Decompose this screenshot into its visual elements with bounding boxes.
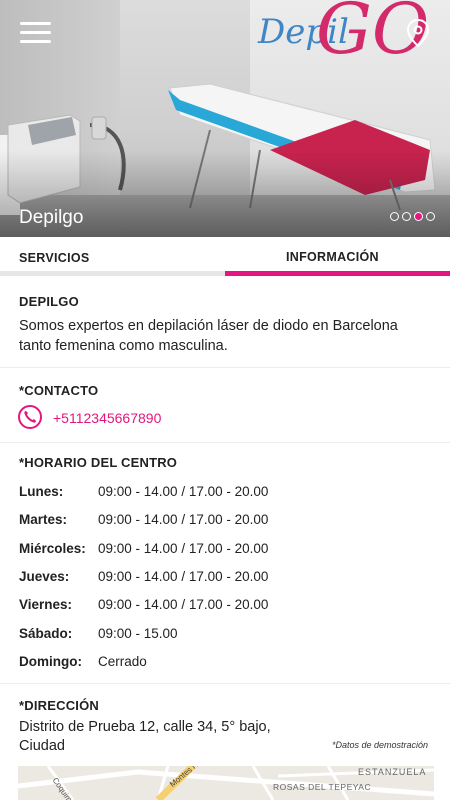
contact-heading: *CONTACTO [19, 383, 99, 398]
schedule-hours: 09:00 - 14.00 / 17.00 - 20.00 [98, 597, 269, 612]
schedule-day: Lunes: [19, 484, 64, 499]
schedule-heading: *HORARIO DEL CENTRO [19, 455, 178, 470]
schedule-day: Jueves: [19, 569, 70, 584]
tab-active-indicator [225, 271, 450, 276]
schedule-hours: 09:00 - 14.00 / 17.00 - 20.00 [98, 541, 269, 556]
schedule-hours: 09:00 - 14.00 / 17.00 - 20.00 [98, 484, 269, 499]
tab-servicios[interactable]: SERVICIOS [19, 251, 90, 265]
about-heading: DEPILGO [19, 294, 79, 309]
about-description: Somos expertos en depilación láser de di… [19, 318, 398, 354]
schedule-hours: 09:00 - 14.00 / 17.00 - 20.00 [98, 569, 269, 584]
schedule-day: Viernes: [19, 597, 73, 612]
tab-informacion[interactable]: INFORMACIÓN [286, 250, 379, 264]
hero-title: Depilgo [19, 207, 84, 228]
schedule-day: Domingo: [19, 654, 82, 669]
hero-image: Depil GO Depilgo [0, 0, 450, 237]
schedule-hours: 09:00 - 15.00 [98, 626, 178, 641]
carousel-dot[interactable] [426, 212, 435, 221]
address-heading: *DIRECCIÓN [19, 698, 100, 713]
schedule-hours: Cerrado [98, 654, 147, 669]
phone-icon[interactable] [18, 405, 42, 429]
hamburger-menu-icon[interactable] [20, 21, 52, 43]
divider [0, 367, 450, 368]
schedule-day: Miércoles: [19, 541, 86, 556]
phone-number-link[interactable]: +5112345667890 [53, 410, 161, 426]
schedule-day: Martes: [19, 512, 68, 527]
map-label: ESTANZUELA [358, 767, 427, 777]
tab-bar: SERVICIOS INFORMACIÓN [0, 237, 450, 277]
carousel-dot-active[interactable] [414, 212, 423, 221]
brand-logo: Depil GO [258, 0, 429, 84]
map-label: ROSAS DEL TEPEYAC [273, 782, 372, 792]
schedule-day: Sábado: [19, 626, 73, 641]
demo-data-note: *Datos de demostración [332, 740, 429, 750]
schedule-hours: 09:00 - 14.00 / 17.00 - 20.00 [98, 512, 269, 527]
location-pin-icon[interactable] [405, 18, 431, 48]
carousel-indicator[interactable] [390, 212, 435, 221]
address-text: Distrito de Prueba 12, calle 34, 5° bajo… [19, 719, 271, 754]
location-map[interactable]: Coquimbo ESTANZUELA ROSAS DEL TEPEYAC Mo… [18, 766, 434, 800]
carousel-dot[interactable] [390, 212, 399, 221]
divider [0, 683, 450, 684]
divider [0, 442, 450, 443]
carousel-dot[interactable] [402, 212, 411, 221]
